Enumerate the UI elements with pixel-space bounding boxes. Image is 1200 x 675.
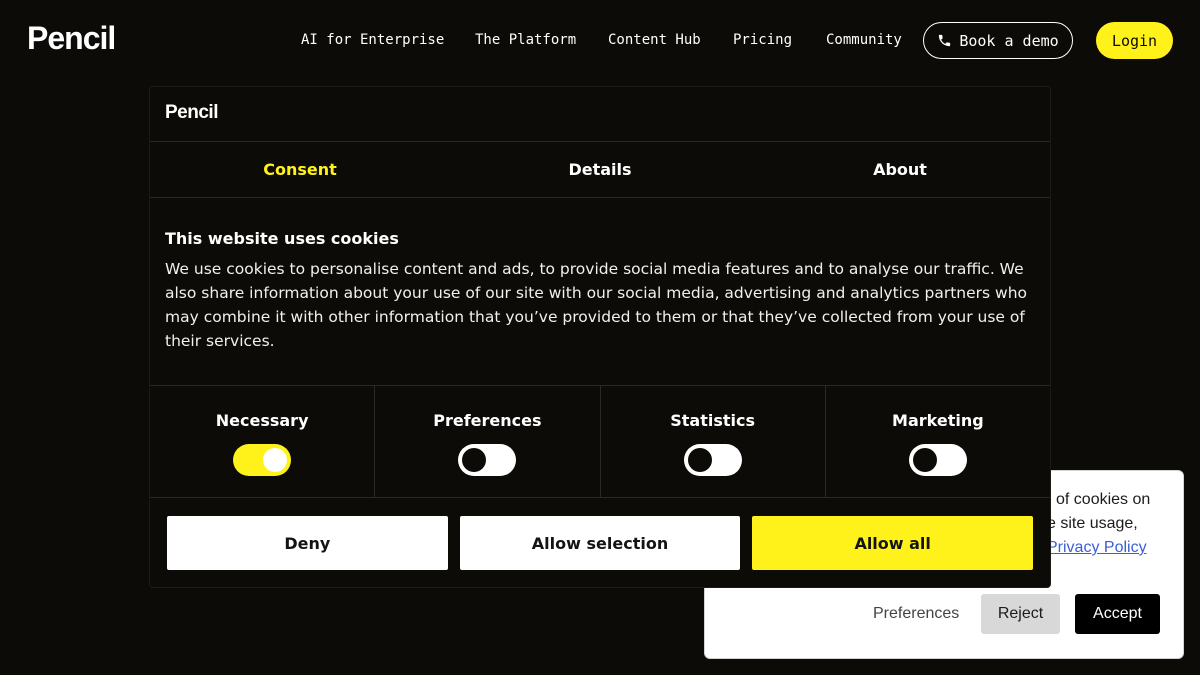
bg-accept-button[interactable]: Accept (1075, 594, 1160, 634)
bg-card-text-line-1: of cookies on (1056, 491, 1151, 508)
bg-reject-button[interactable]: Reject (981, 594, 1060, 634)
dialog-header: Pencil (150, 87, 1050, 142)
cookie-consent-dialog: Pencil Consent Details About This websit… (150, 87, 1050, 587)
bg-preferences-button[interactable]: Preferences (873, 605, 959, 623)
toggle-label-necessary: Necessary (215, 411, 309, 430)
statistics-toggle[interactable] (683, 444, 742, 476)
nav-content-hub[interactable]: Content Hub (608, 32, 701, 48)
consent-title: This website uses cookies (165, 229, 399, 248)
toggle-knob (263, 448, 288, 472)
book-demo-button[interactable]: Book a demo (923, 22, 1073, 59)
toggle-label-marketing: Marketing (892, 411, 984, 430)
deny-button[interactable]: Deny (167, 516, 448, 570)
tab-consent[interactable]: Consent (150, 142, 450, 197)
nav-pricing[interactable]: Pricing (733, 32, 792, 48)
consent-body: This website uses cookies We use cookies… (165, 229, 1045, 353)
phone-icon (939, 34, 951, 47)
top-navigation: Pencil AI for Enterprise The Platform Co… (0, 0, 1200, 82)
consent-description: We use cookies to personalise content an… (165, 260, 1027, 350)
necessary-toggle[interactable] (233, 444, 292, 476)
site-logo[interactable]: Pencil (27, 20, 116, 57)
nav-the-platform[interactable]: The Platform (475, 32, 576, 48)
tab-about[interactable]: About (750, 142, 1050, 197)
nav-ai-for-enterprise[interactable]: AI for Enterprise (301, 32, 444, 48)
bg-card-text-line-2: ze site usage, (1039, 515, 1138, 532)
preferences-toggle[interactable] (458, 444, 517, 476)
toggle-knob (912, 448, 937, 472)
allow-selection-button[interactable]: Allow selection (459, 516, 741, 570)
toggle-group-necessary: Necessary (150, 386, 376, 497)
tab-details[interactable]: Details (450, 142, 750, 197)
toggle-knob (687, 448, 712, 472)
toggle-label-preferences: Preferences (433, 411, 542, 430)
dialog-tabs: Consent Details About (150, 142, 1050, 198)
login-button[interactable]: Login (1096, 22, 1173, 59)
nav-community[interactable]: Community (826, 32, 902, 48)
book-demo-label: Book a demo (959, 31, 1059, 50)
marketing-toggle[interactable] (908, 444, 967, 476)
dialog-logo: Pencil (165, 102, 218, 123)
allow-all-button[interactable]: Allow all (752, 516, 1034, 570)
consent-actions: Deny Allow selection Allow all (167, 516, 1034, 570)
toggle-group-marketing: Marketing (826, 386, 1050, 497)
toggle-group-statistics: Statistics (601, 386, 826, 497)
privacy-policy-link[interactable]: Privacy Policy (1047, 539, 1147, 557)
toggle-group-preferences: Preferences (375, 386, 601, 497)
toggle-knob (462, 448, 487, 472)
toggle-label-statistics: Statistics (670, 411, 755, 430)
consent-toggles: Necessary Preferences Statistics Marketi… (150, 385, 1050, 498)
